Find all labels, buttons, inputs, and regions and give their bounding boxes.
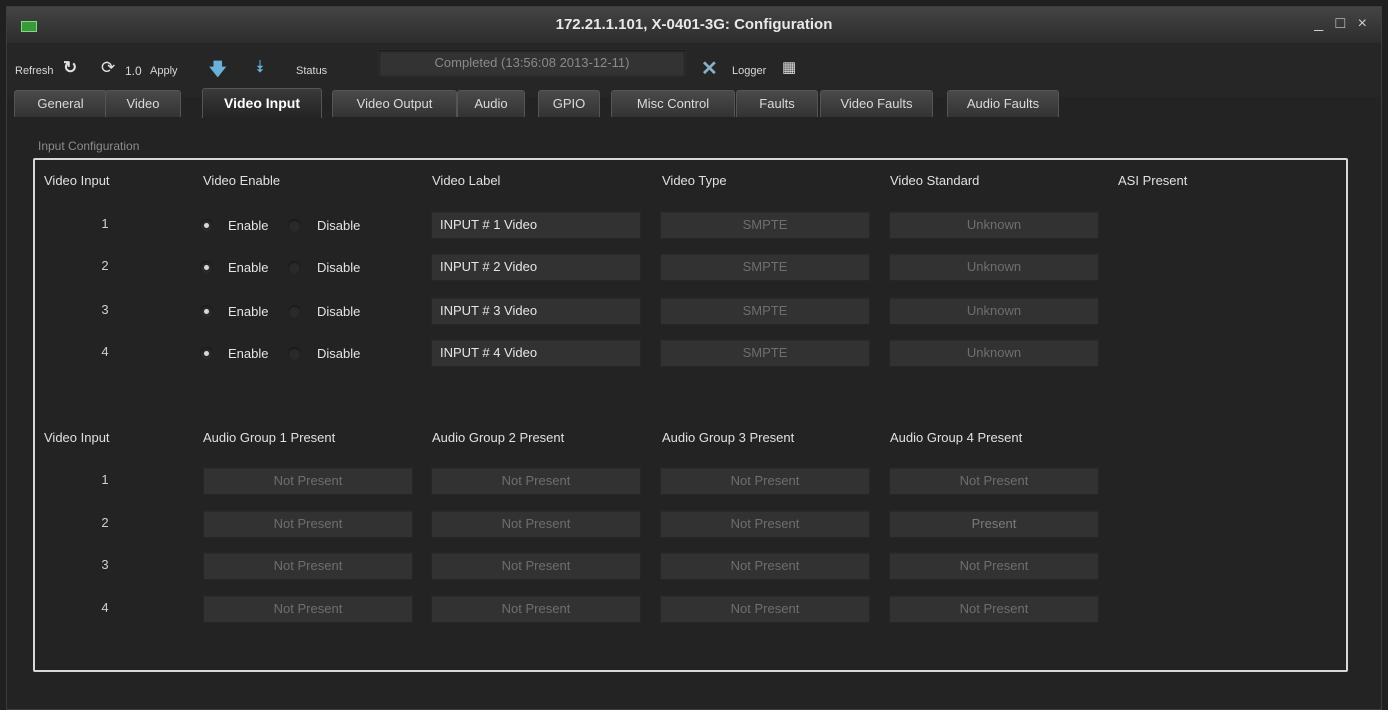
- header-video-type: Video Type: [662, 173, 727, 188]
- video-standard-field: Unknown: [889, 297, 1099, 325]
- header-video-label: Video Label: [432, 173, 501, 188]
- enable-label: Enable: [228, 346, 269, 361]
- enable-label: Enable: [228, 218, 269, 233]
- video-type-field: SMPTE: [660, 253, 870, 281]
- tab-video-faults[interactable]: Video Faults: [820, 90, 933, 117]
- audio-group-2-status: Not Present: [431, 467, 641, 495]
- video-standard-field: Unknown: [889, 339, 1099, 367]
- enable-radio[interactable]: [200, 219, 213, 232]
- tab-audio-faults[interactable]: Audio Faults: [947, 90, 1059, 117]
- refresh-icon[interactable]: ↻: [63, 58, 77, 78]
- audio-group-4-status: Not Present: [889, 552, 1099, 580]
- window-controls[interactable]: _ □ ×: [1314, 15, 1371, 33]
- clear-x-icon[interactable]: ✕: [701, 56, 718, 81]
- audio-group-2-status: Not Present: [431, 552, 641, 580]
- download-all-icon[interactable]: ⯯: [255, 57, 265, 77]
- sync-icon[interactable]: ⟳: [101, 58, 115, 78]
- status-field: Completed (13:56:08 2013-12-11): [378, 49, 686, 77]
- status-label: Status: [296, 65, 328, 77]
- audio-group-4-status: Not Present: [889, 467, 1099, 495]
- audio-group-1-status: Not Present: [203, 552, 413, 580]
- header-audio-group-2: Audio Group 2 Present: [432, 430, 565, 445]
- audio-group-1-status: Not Present: [203, 510, 413, 538]
- video-input-number: 2: [101, 258, 109, 273]
- audio-group-4-status: Not Present: [889, 595, 1099, 623]
- disable-radio[interactable]: [288, 219, 301, 232]
- title-bar[interactable]: 172.21.1.101, X-0401-3G: Configuration _…: [7, 7, 1381, 43]
- header-audio-group-1: Audio Group 1 Present: [203, 430, 336, 445]
- video-input-number: 3: [101, 302, 109, 317]
- audio-group-1-status: Not Present: [203, 595, 413, 623]
- video-type-field: SMPTE: [660, 339, 870, 367]
- video-type-field: SMPTE: [660, 297, 870, 325]
- audio-group-3-status: Not Present: [660, 467, 870, 495]
- audio-group-1-status: Not Present: [203, 467, 413, 495]
- video-type-field: SMPTE: [660, 211, 870, 239]
- section-label: Input Configuration: [38, 139, 140, 153]
- tab-audio[interactable]: Audio: [457, 90, 525, 117]
- tab-video[interactable]: Video: [105, 90, 181, 117]
- video-standard-field: Unknown: [889, 211, 1099, 239]
- video-standard-field: Unknown: [889, 253, 1099, 281]
- logger-grid-icon[interactable]: ▦: [782, 58, 796, 76]
- disable-label: Disable: [317, 304, 361, 319]
- disable-label: Disable: [317, 218, 361, 233]
- audio-input-number: 3: [101, 557, 109, 572]
- version-label: 1.0: [125, 64, 142, 78]
- header-video-input-audio: Video Input: [44, 430, 110, 445]
- apply-label: Apply: [150, 65, 178, 77]
- audio-group-3-status: Not Present: [660, 552, 870, 580]
- disable-label: Disable: [317, 260, 361, 275]
- download-arrow-icon[interactable]: 🡇: [209, 57, 226, 86]
- enable-label: Enable: [228, 304, 269, 319]
- disable-radio[interactable]: [288, 305, 301, 318]
- audio-input-number: 1: [101, 472, 109, 487]
- refresh-label: Refresh: [15, 65, 54, 77]
- video-input-number: 1: [101, 216, 109, 231]
- header-video-standard: Video Standard: [890, 173, 980, 188]
- disable-label: Disable: [317, 346, 361, 361]
- audio-group-2-status: Not Present: [431, 595, 641, 623]
- video-label-input[interactable]: INPUT # 2 Video: [431, 253, 641, 281]
- tab-video-output[interactable]: Video Output: [332, 90, 457, 117]
- audio-group-2-status: Not Present: [431, 510, 641, 538]
- tab-misc-control[interactable]: Misc Control: [611, 90, 735, 117]
- header-video-enable: Video Enable: [203, 173, 281, 188]
- disable-radio[interactable]: [288, 261, 301, 274]
- video-label-input[interactable]: INPUT # 3 Video: [431, 297, 641, 325]
- header-audio-group-4: Audio Group 4 Present: [890, 430, 1023, 445]
- audio-group-3-status: Not Present: [660, 510, 870, 538]
- audio-group-3-status: Not Present: [660, 595, 870, 623]
- tab-faults[interactable]: Faults: [736, 90, 818, 117]
- enable-radio[interactable]: [200, 347, 213, 360]
- tab-gpio[interactable]: GPIO: [538, 90, 600, 117]
- disable-radio[interactable]: [288, 347, 301, 360]
- audio-input-number: 4: [101, 600, 109, 615]
- window-title: 172.21.1.101, X-0401-3G: Configuration: [555, 16, 833, 33]
- header-video-input: Video Input: [44, 173, 110, 188]
- enable-label: Enable: [228, 260, 269, 275]
- audio-group-4-status: Present: [889, 510, 1099, 538]
- enable-radio[interactable]: [200, 261, 213, 274]
- video-label-input[interactable]: INPUT # 4 Video: [431, 339, 641, 367]
- tab-general[interactable]: General: [14, 90, 107, 117]
- audio-input-number: 2: [101, 515, 109, 530]
- header-audio-group-3: Audio Group 3 Present: [662, 430, 795, 445]
- video-input-number: 4: [101, 344, 109, 359]
- header-asi-present: ASI Present: [1118, 173, 1188, 188]
- tab-video-input[interactable]: Video Input: [202, 88, 322, 118]
- logger-label: Logger: [732, 65, 767, 77]
- enable-radio[interactable]: [200, 305, 213, 318]
- video-label-input[interactable]: INPUT # 1 Video: [431, 211, 641, 239]
